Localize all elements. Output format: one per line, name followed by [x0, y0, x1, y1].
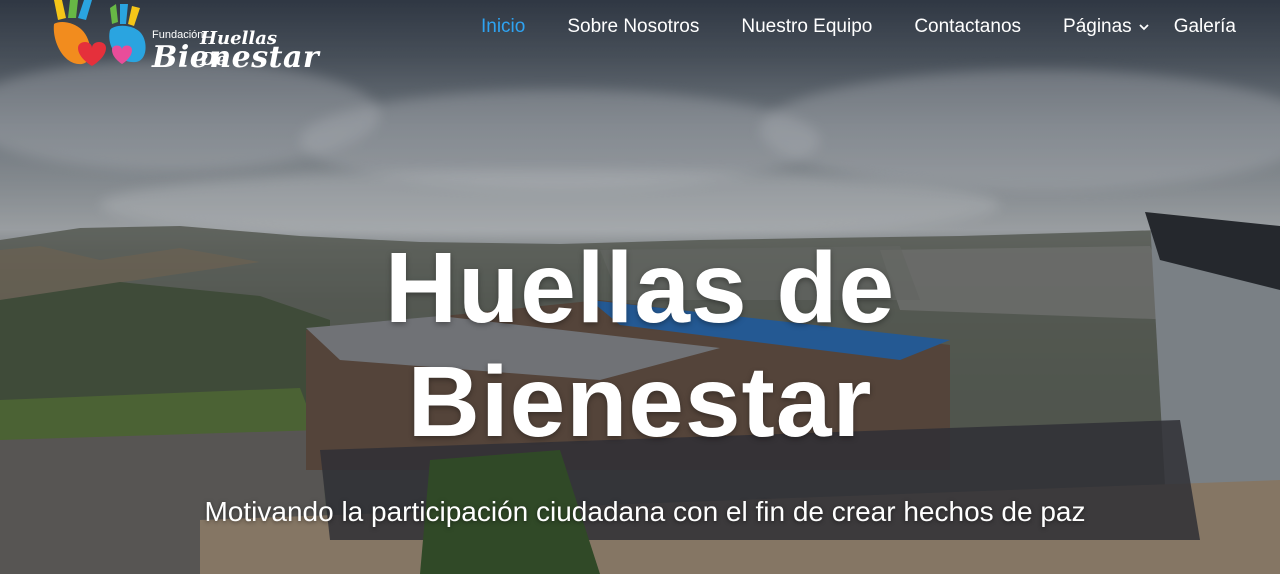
nav-paginas-label: Páginas: [1063, 16, 1132, 37]
hero-title-line1: Huellas de: [384, 232, 896, 344]
nav-nuestro-equipo[interactable]: Nuestro Equipo: [741, 16, 872, 38]
nav-sobre-nosotros[interactable]: Sobre Nosotros: [567, 16, 699, 38]
navbar: Fundación Huellas De Bienestar Inicio So…: [0, 0, 1280, 75]
hero-subtitle: Motivando la participación ciudadana con…: [204, 496, 1086, 527]
logo-text-big: Bienestar: [152, 40, 320, 75]
hero-section: Fundación Huellas De Bienestar Inicio So…: [0, 0, 1280, 574]
nav-paginas[interactable]: Páginas: [1063, 16, 1150, 38]
logo[interactable]: Fundación Huellas De Bienestar: [48, 0, 319, 75]
hero-title-line2: Bienestar: [407, 346, 873, 458]
nav-contactanos[interactable]: Contactanos: [914, 16, 1021, 38]
hands-logo-icon: [53, 0, 146, 66]
chevron-down-icon: [1139, 24, 1149, 31]
nav-inicio[interactable]: Inicio: [481, 16, 525, 38]
main-menu: Inicio Sobre Nosotros Nuestro Equipo Con…: [439, 16, 1236, 38]
nav-galeria[interactable]: Galería: [1174, 16, 1236, 38]
